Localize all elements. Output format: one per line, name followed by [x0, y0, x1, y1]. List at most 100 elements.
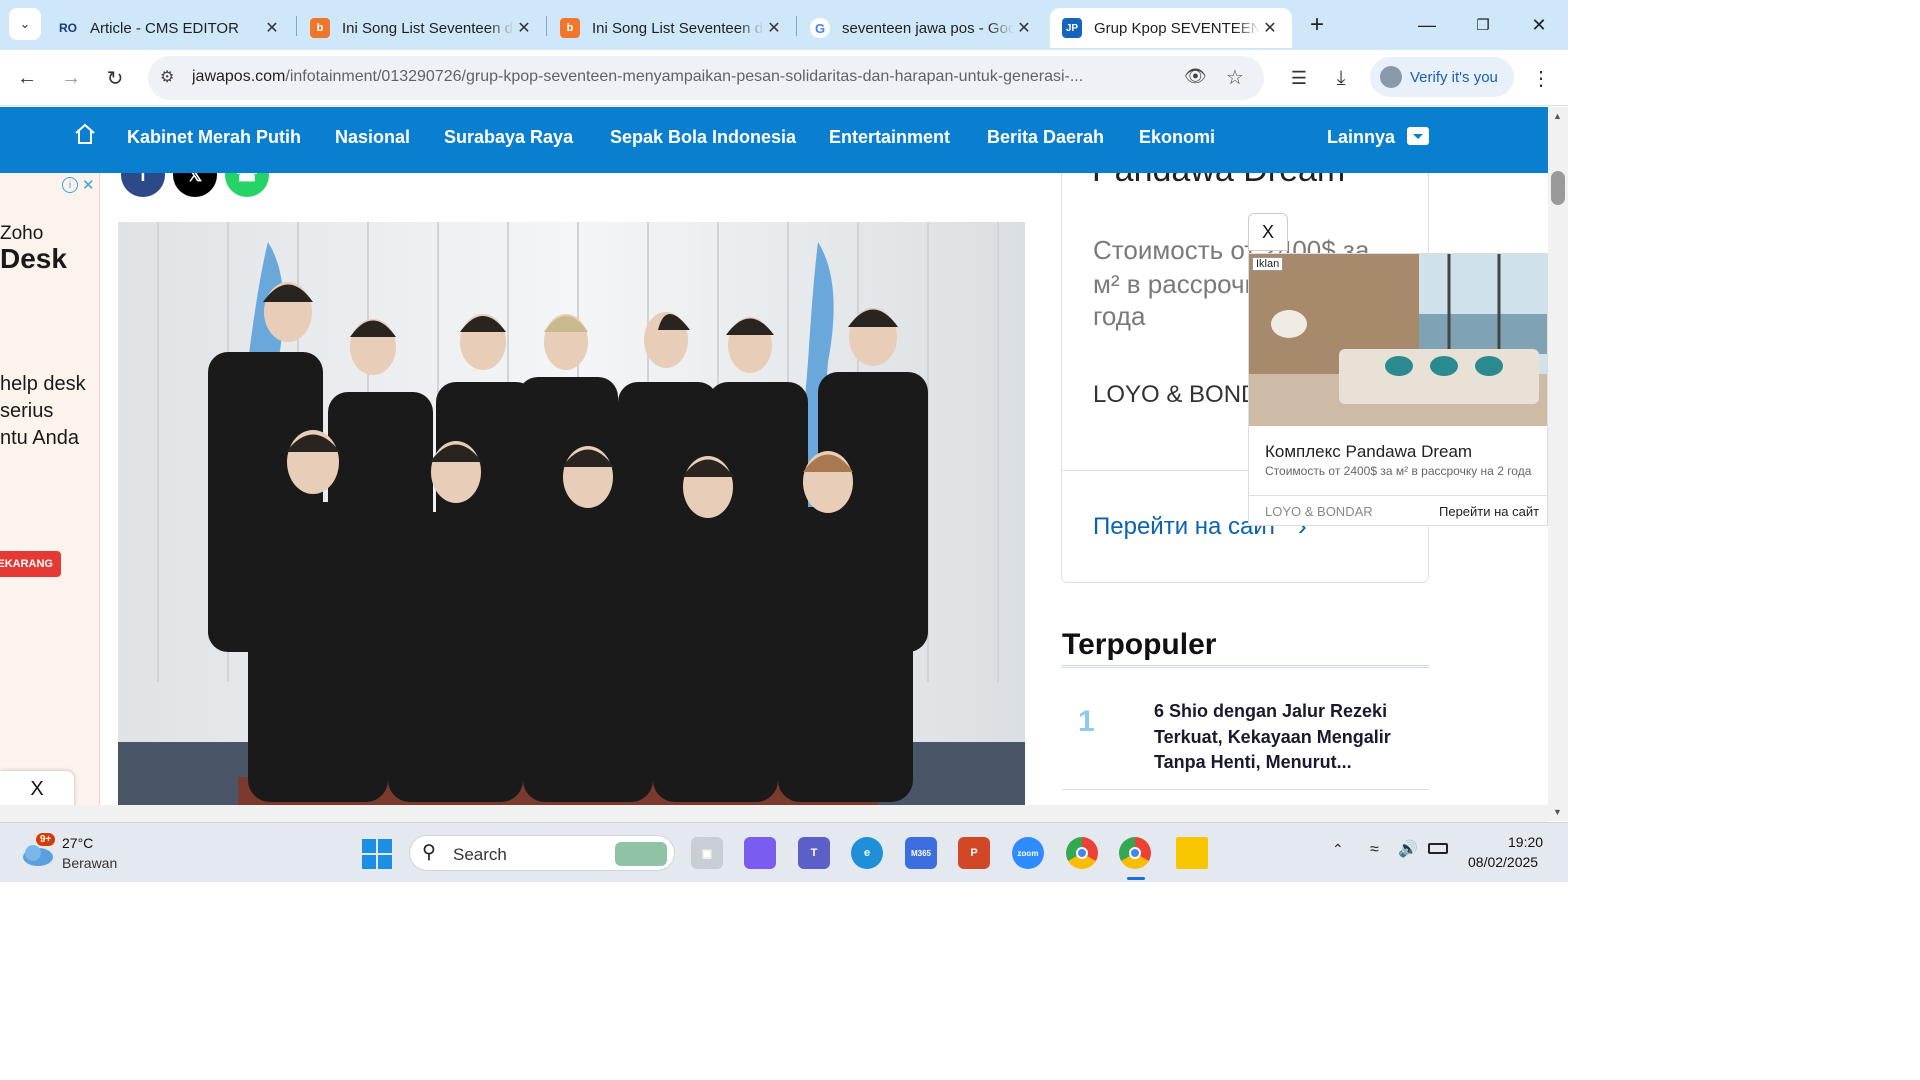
tab-song-list-2[interactable]: b Ini Song List Seventeen di ✕ — [548, 8, 796, 48]
clock-time[interactable]: 19:20 — [1508, 834, 1543, 850]
edge-app-icon[interactable]: e — [851, 837, 883, 869]
left-sidebar-ad[interactable]: i ✕ Zoho Desk help desk serius ntu Anda … — [0, 173, 100, 805]
popup-ad[interactable]: Iklan Комплекс Pandawa Dream Стоимость о… — [1248, 253, 1548, 526]
reload-icon: ↻ — [106, 67, 124, 90]
wifi-icon[interactable]: ≈ — [1370, 841, 1379, 859]
forward-button[interactable]: → — [56, 63, 86, 93]
home-icon[interactable] — [74, 123, 96, 150]
nav-berita-daerah[interactable]: Berita Daerah — [987, 127, 1104, 148]
more-vertical-icon: ⋮ — [1531, 67, 1551, 90]
popup-ad-cta[interactable]: Перейти на сайт — [1439, 504, 1539, 519]
bing-icon: b — [310, 18, 330, 38]
popular-item[interactable]: 1 6 Shio dengan Jalur Rezeki Terkuat, Ke… — [1062, 693, 1429, 791]
scroll-up-icon[interactable]: ▲ — [1553, 111, 1562, 121]
nav-nasional[interactable]: Nasional — [335, 127, 410, 148]
verify-profile-button[interactable]: Verify it's you — [1370, 57, 1514, 97]
page-scrollbar[interactable]: ▲ ▼ — [1548, 107, 1568, 821]
sticky-notes-app-icon[interactable] — [1176, 837, 1208, 869]
nav-ekonomi[interactable]: Ekonomi — [1139, 127, 1215, 148]
teams-app-icon[interactable]: T — [798, 837, 830, 869]
tab-song-list-1[interactable]: b Ini Song List Seventeen di ✕ — [298, 8, 546, 48]
bookmark-star-icon[interactable]: ☆ — [1226, 65, 1244, 90]
ad-close-icon[interactable]: ✕ — [82, 176, 95, 194]
clock-date[interactable]: 08/02/2025 — [1468, 854, 1538, 870]
dropdown-caret-icon[interactable] — [1407, 127, 1429, 145]
tab-search-button[interactable]: ⌄ — [9, 8, 41, 40]
copilot-app-icon[interactable] — [744, 837, 776, 869]
facebook-share-button[interactable]: f — [121, 173, 165, 197]
eye-off-icon[interactable]: 👁 — [1184, 66, 1207, 87]
tab-close-icon[interactable]: ✕ — [514, 18, 534, 38]
start-button[interactable] — [362, 839, 392, 869]
popular-heading: Terpopuler — [1062, 628, 1217, 661]
download-icon: ⤓ — [1336, 66, 1346, 89]
site-info-icon[interactable]: ⚙ — [160, 67, 174, 87]
x-share-button[interactable]: 𝕏 — [173, 173, 217, 197]
tab-close-icon[interactable]: ✕ — [1260, 18, 1280, 38]
restore-button[interactable]: ❐ — [1468, 10, 1498, 40]
tab-jawapos-article[interactable]: JP Grup Kpop SEVENTEEN M ✕ — [1050, 8, 1292, 48]
chevron-up-icon[interactable]: ⌃ — [1332, 841, 1344, 858]
zoom-app-icon[interactable]: zoom — [1012, 837, 1044, 869]
arrow-right-icon: → — [61, 66, 81, 89]
arrow-left-icon: ← — [17, 66, 37, 89]
browser-menu-button[interactable]: ⋮ — [1526, 63, 1556, 93]
nav-sepak-bola-indonesia[interactable]: Sepak Bola Indonesia — [610, 127, 796, 148]
reload-button[interactable]: ↻ — [100, 63, 130, 93]
popular-title-line[interactable]: Terkuat, Kekayaan Mengalir — [1154, 727, 1391, 748]
search-placeholder: Search — [453, 845, 507, 864]
ad-text: serius — [0, 400, 54, 422]
page-content: f 𝕏 ☎ i ✕ Zoho Desk help desk serius ntu… — [0, 173, 1548, 805]
popular-title-line[interactable]: 6 Shio dengan Jalur Rezeki — [1154, 701, 1387, 722]
active-app-indicator — [1127, 877, 1145, 880]
battery-icon[interactable] — [1428, 843, 1448, 854]
ad-card-title: Pandawa Dream — [1092, 173, 1345, 190]
search-icon: ⚲ — [422, 842, 436, 863]
url-text[interactable]: jawapos.com/infotainment/013290726/grup-… — [192, 68, 1162, 86]
powerpoint-app-icon[interactable]: P — [958, 837, 990, 869]
divider — [1249, 495, 1547, 496]
address-bar[interactable]: ⚙ jawapos.com/infotainment/013290726/gru… — [148, 56, 1264, 100]
verify-label: Verify it's you — [1410, 68, 1498, 86]
popular-title-line[interactable]: Tanpa Henti, Menurut... — [1154, 752, 1352, 773]
whatsapp-share-button[interactable]: ☎ — [225, 173, 269, 197]
tab-close-icon[interactable]: ✕ — [1014, 18, 1034, 38]
back-button[interactable]: ← — [12, 63, 42, 93]
chrome-app-icon[interactable] — [1066, 837, 1098, 869]
new-tab-button[interactable]: + — [1302, 10, 1332, 40]
minimize-button[interactable]: — — [1412, 10, 1442, 40]
weather-temperature[interactable]: 27°C — [62, 835, 93, 851]
tab-cms-editor[interactable]: RO Article - CMS EDITOR ✕ — [46, 8, 294, 48]
heading-underline — [1062, 665, 1429, 668]
ad-cta-button[interactable]: EKARANG — [0, 551, 61, 577]
avatar — [1380, 66, 1402, 88]
scrollbar-thumb[interactable] — [1551, 171, 1565, 205]
tab-divider — [796, 16, 797, 36]
article-hero-image — [118, 222, 1025, 805]
tab-google-search[interactable]: G seventeen jawa pos - Goo ✕ — [798, 8, 1046, 48]
nav-kabinet-merah-putih[interactable]: Kabinet Merah Putih — [127, 127, 301, 148]
popup-ad-advertiser: LOYO & BONDAR — [1265, 504, 1373, 519]
ad-dismiss-button[interactable]: X — [0, 771, 74, 805]
m365-app-icon[interactable]: M365 — [905, 837, 937, 869]
site-navigation: Kabinet Merah Putih Nasional Surabaya Ra… — [0, 107, 1548, 173]
nav-lainnya[interactable]: Lainnya — [1327, 127, 1395, 148]
close-window-button[interactable]: ✕ — [1524, 10, 1554, 40]
tab-close-icon[interactable]: ✕ — [262, 18, 282, 38]
downloads-button[interactable]: ⤓ — [1326, 63, 1356, 93]
tab-divider — [546, 16, 547, 36]
tab-close-icon[interactable]: ✕ — [764, 18, 784, 38]
weather-condition[interactable]: Berawan — [62, 855, 117, 871]
nav-entertainment[interactable]: Entertainment — [829, 127, 950, 148]
nav-surabaya-raya[interactable]: Surabaya Raya — [444, 127, 573, 148]
tab-divider — [296, 16, 297, 36]
task-view-button[interactable]: ▣ — [691, 837, 723, 869]
cms-logo-icon: RO — [59, 21, 77, 35]
scroll-down-icon[interactable]: ▼ — [1553, 807, 1562, 817]
taskbar-search-box[interactable]: ⚲ Search — [409, 835, 675, 871]
media-control-button[interactable]: ☰ — [1284, 63, 1314, 93]
volume-icon[interactable]: 🔊 — [1398, 839, 1418, 859]
adchoices-icon[interactable]: i — [62, 177, 78, 193]
popup-ad-close-button[interactable]: X — [1248, 213, 1288, 251]
chrome-profile-app-icon[interactable] — [1119, 837, 1151, 869]
